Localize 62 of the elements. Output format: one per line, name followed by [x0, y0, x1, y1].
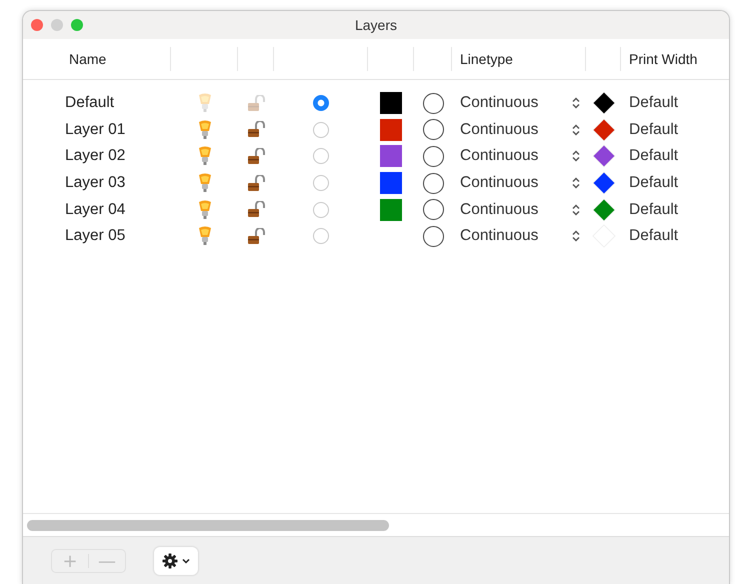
lightbulb-icon[interactable] — [196, 173, 212, 194]
padlock-icon[interactable] — [247, 174, 265, 192]
circle-icon[interactable] — [422, 92, 444, 114]
current-layer-radio[interactable] — [313, 122, 329, 138]
color-swatch[interactable] — [380, 172, 402, 194]
linetype-value[interactable]: Continuous — [460, 227, 538, 246]
diamond-icon[interactable] — [592, 91, 616, 116]
padlock-icon[interactable] — [247, 201, 265, 218]
linetype-value[interactable]: Continuous — [460, 94, 538, 112]
layer-name: Layer 04 — [65, 200, 126, 219]
color-swatch[interactable] — [380, 92, 402, 114]
column-header[interactable]: Name — [69, 51, 106, 67]
layer-name: Default — [65, 94, 114, 112]
print-width-value: Default — [629, 147, 678, 166]
current-layer-radio[interactable] — [313, 202, 329, 218]
circle-icon[interactable] — [422, 226, 444, 247]
print-width-value: Default — [629, 227, 678, 246]
current-layer-radio[interactable] — [313, 175, 329, 192]
padlock-icon[interactable] — [247, 121, 265, 138]
print-width-value: Default — [629, 174, 678, 192]
print-width-value: Default — [629, 200, 678, 219]
close-button[interactable] — [31, 19, 43, 31]
print-width-value: Default — [629, 120, 678, 139]
stepper-icon[interactable] — [572, 124, 580, 136]
circle-icon[interactable] — [422, 199, 444, 220]
linetype-value[interactable]: Continuous — [460, 120, 538, 139]
stepper-icon[interactable] — [572, 150, 580, 162]
stepper-icon[interactable] — [572, 177, 580, 190]
circle-icon[interactable] — [422, 172, 444, 194]
chevron-down-icon — [182, 558, 190, 564]
column-header[interactable]: Linetype — [460, 51, 513, 67]
current-layer-radio[interactable] — [313, 95, 329, 112]
current-layer-radio[interactable] — [313, 228, 329, 244]
current-layer-radio[interactable] — [313, 148, 329, 164]
stepper-icon[interactable] — [572, 230, 580, 242]
color-swatch[interactable] — [380, 118, 402, 141]
scrollbar-thumb[interactable] — [27, 520, 389, 530]
gear-icon — [162, 553, 178, 569]
layer-name: Layer 03 — [65, 174, 126, 192]
layer-name: Layer 05 — [65, 227, 126, 246]
lightbulb-icon[interactable] — [196, 200, 212, 220]
padlock-icon[interactable] — [247, 148, 265, 165]
lightbulb-icon[interactable] — [196, 226, 212, 246]
stepper-icon[interactable] — [572, 97, 580, 110]
lightbulb-icon[interactable] — [196, 120, 212, 140]
padlock-icon[interactable] — [247, 228, 265, 245]
linetype-value[interactable]: Continuous — [460, 147, 538, 166]
color-swatch[interactable] — [380, 145, 402, 168]
column-header[interactable]: Print Width — [629, 51, 698, 67]
circle-icon[interactable] — [422, 146, 444, 167]
layer-name: Layer 01 — [65, 120, 126, 139]
layer-name: Layer 02 — [65, 147, 126, 166]
diamond-icon[interactable] — [592, 171, 616, 196]
circle-icon[interactable] — [422, 119, 444, 140]
color-swatch[interactable] — [380, 198, 402, 221]
linetype-value[interactable]: Continuous — [460, 200, 538, 219]
linetype-value[interactable]: Continuous — [460, 174, 538, 192]
print-width-value: Default — [629, 94, 678, 112]
lightbulb-icon[interactable] — [196, 146, 212, 166]
stepper-icon[interactable] — [572, 204, 580, 216]
settings-menu-button[interactable] — [154, 547, 198, 575]
window-title: Layers — [354, 17, 398, 33]
